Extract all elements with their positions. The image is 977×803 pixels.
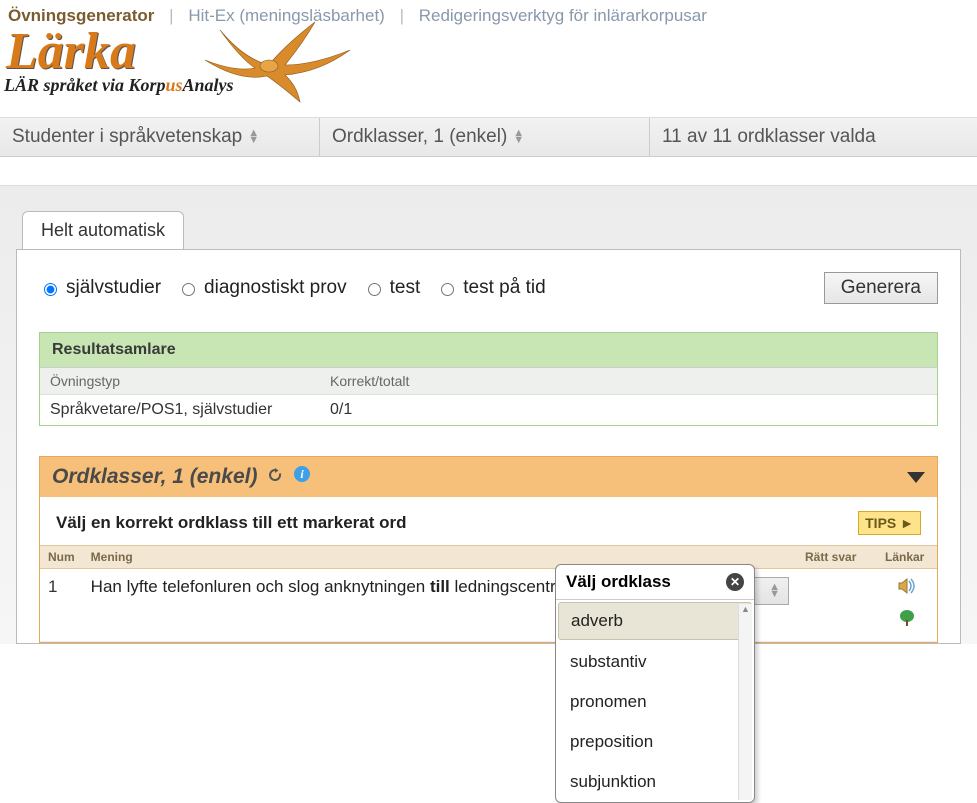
mode-label: diagnostiskt prov	[204, 277, 347, 299]
results-row: Språkvetare/POS1, självstudier 0/1	[40, 395, 937, 426]
tab-auto[interactable]: Helt automatisk	[22, 211, 184, 249]
row-sentence: Han lyfte telefonluren och slog anknytni…	[83, 569, 611, 642]
work-area: Helt automatisk självstudier diagnostisk…	[0, 185, 977, 644]
refresh-icon[interactable]	[267, 465, 283, 489]
row-answer	[797, 569, 877, 642]
brand-tagline: LÄR språket via KorpusAnalys	[0, 75, 977, 96]
brand-name: Lärka	[0, 22, 977, 81]
mode-test[interactable]: test	[363, 277, 421, 299]
sort-icon: ▲▼	[769, 584, 780, 598]
mode-radio-sjalvstudier[interactable]	[44, 283, 57, 296]
popup-title: Välj ordklass	[566, 572, 671, 592]
exercise-instruction-row: Välj en korrekt ordklass till ett marker…	[40, 497, 937, 545]
popup-option-preposition[interactable]: preposition	[556, 722, 754, 762]
results-box: Resultatsamlare Övningstyp Korrekt/total…	[39, 332, 938, 426]
tab-bar: Helt automatisk	[16, 206, 961, 250]
ordklass-popup: Välj ordklass ✕ adverb substantiv pronom…	[555, 564, 755, 803]
popup-scrollbar[interactable]: ▲	[738, 604, 752, 800]
exercise-table: Num Mening Rätt svar Länkar 1 Han lyfte …	[40, 545, 937, 642]
row-links	[877, 569, 937, 642]
exercise-header: Ordklasser, 1 (enkel) i	[40, 457, 937, 497]
mode-radio-diagnostiskt[interactable]	[182, 283, 195, 296]
sentence-pre: Han lyfte telefonluren och slog anknytni…	[91, 577, 430, 596]
tree-icon[interactable]	[897, 608, 917, 633]
sort-icon: ▲▼	[513, 130, 524, 144]
main-panel: självstudier diagnostiskt prov test test…	[16, 250, 961, 644]
mode-label: självstudier	[66, 277, 161, 299]
results-col-score: Korrekt/totalt	[320, 368, 937, 395]
bird-logo-icon	[185, 10, 355, 115]
brand-area: Lärka LÄR språket via KorpusAnalys	[0, 22, 977, 117]
selector-bar: Studenter i språkvetenskap ▲▼ Ordklasser…	[0, 117, 977, 157]
collapse-icon[interactable]	[907, 472, 925, 483]
exercise-row: 1 Han lyfte telefonluren och slog anknyt…	[40, 569, 937, 642]
popup-option-substantiv[interactable]: substantiv	[556, 642, 754, 682]
popup-body: adverb substantiv pronomen preposition s…	[556, 602, 754, 802]
col-answer: Rätt svar	[797, 546, 877, 569]
generate-button[interactable]: Generera	[824, 272, 938, 304]
popup-option-adverb[interactable]: adverb	[558, 602, 752, 640]
col-sentence: Mening	[83, 546, 611, 569]
mode-label: test på tid	[463, 277, 545, 299]
tagline-prefix: LÄR språket via Korp	[4, 75, 166, 95]
popup-option-pronomen[interactable]: pronomen	[556, 682, 754, 722]
exercise-block: Ordklasser, 1 (enkel) i Välj en korrekt …	[39, 456, 938, 643]
results-cell-score: 0/1	[320, 395, 937, 426]
mode-radio-test-tid[interactable]	[441, 283, 454, 296]
selection-status-label: 11 av 11 ordklasser valda	[662, 126, 876, 148]
popup-header: Välj ordklass ✕	[556, 565, 754, 600]
info-icon[interactable]: i	[293, 465, 311, 489]
results-table: Övningstyp Korrekt/totalt Språkvetare/PO…	[40, 367, 937, 425]
tips-button[interactable]: TIPS ►	[858, 511, 921, 535]
exercise-title: Ordklasser, 1 (enkel)	[52, 465, 257, 489]
exercise-set-select[interactable]: Ordklasser, 1 (enkel) ▲▼	[320, 118, 650, 156]
close-icon[interactable]: ✕	[726, 573, 744, 591]
sentence-target-word: till	[430, 577, 450, 596]
col-num: Num	[40, 546, 83, 569]
audience-select[interactable]: Studenter i språkvetenskap ▲▼	[0, 118, 320, 156]
scroll-up-icon[interactable]: ▲	[739, 604, 752, 614]
results-title: Resultatsamlare	[40, 333, 937, 367]
col-links: Länkar	[877, 546, 937, 569]
popup-option-subjunktion[interactable]: subjunktion	[556, 762, 754, 802]
mode-test-tid[interactable]: test på tid	[436, 277, 545, 299]
mode-diagnostiskt[interactable]: diagnostiskt prov	[177, 277, 347, 299]
mode-label: test	[390, 277, 421, 299]
mode-radio-test[interactable]	[368, 283, 381, 296]
sort-icon: ▲▼	[248, 130, 259, 144]
exercise-set-label: Ordklasser, 1 (enkel)	[332, 126, 507, 148]
exercise-instruction: Välj en korrekt ordklass till ett marker…	[56, 513, 407, 533]
audience-label: Studenter i språkvetenskap	[12, 126, 242, 148]
tagline-mid: us	[166, 75, 183, 95]
mode-row: självstudier diagnostiskt prov test test…	[39, 272, 938, 304]
mode-sjalvstudier[interactable]: självstudier	[39, 277, 161, 299]
row-num: 1	[40, 569, 83, 642]
results-cell-type: Språkvetare/POS1, självstudier	[40, 395, 320, 426]
selection-status-select[interactable]: 11 av 11 ordklasser valda	[650, 118, 977, 156]
speaker-icon[interactable]	[897, 577, 917, 600]
results-col-type: Övningstyp	[40, 368, 320, 395]
